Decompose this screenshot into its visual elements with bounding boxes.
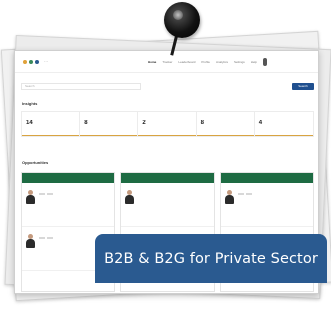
card-tag [47,193,53,195]
card-tag [237,193,244,195]
user-menu-icon[interactable] [262,57,267,66]
logo-dot-icon [35,59,39,64]
stat-accent-bar [80,134,138,136]
pushpin-highlight [173,10,183,20]
logo-dot-icon [23,59,27,64]
top-navigation-bar: ··· Home Tracker Leaderboard Profile Ana… [15,51,318,73]
column-header[interactable] [220,173,313,183]
stat-value: 4 [258,120,263,126]
stat-card[interactable]: 2 [138,112,197,136]
nav-item[interactable]: Analytics [216,60,228,64]
stat-accent-bar [196,134,254,136]
stat-accent-bar [254,134,313,136]
opportunity-card[interactable] [22,183,115,227]
stat-value: 14 [26,120,33,126]
stat-card[interactable]: 14 [22,112,81,136]
stat-accent-bar [138,134,196,136]
stat-value: 8 [200,120,204,126]
column-header[interactable] [22,173,115,183]
column-header[interactable] [121,173,214,183]
stat-accent-bar [22,134,80,136]
person-avatar-icon [26,190,35,204]
person-avatar-icon [26,234,35,248]
marketing-graphic: ··· Home Tracker Leaderboard Profile Ana… [0,0,331,325]
stat-card[interactable]: 4 [254,112,313,136]
logo-text: ··· [44,59,48,64]
nav-item[interactable]: Settings [234,60,245,64]
nav-item[interactable]: Leaderboard [178,60,195,64]
person-avatar-icon [224,190,234,204]
insights-title: Insights [22,101,38,106]
opportunity-card[interactable] [121,183,214,227]
card-tag [47,237,53,239]
opportunity-card[interactable] [220,183,313,227]
stat-card[interactable]: 8 [196,112,255,136]
stat-value: 8 [84,120,88,126]
nav-item[interactable]: Profile [201,60,210,64]
person-avatar-icon [125,190,135,204]
caption-banner: B2B & B2G for Private Sector [95,234,327,283]
pushpin-icon [164,2,200,38]
app-logo[interactable]: ··· [23,59,48,64]
stat-value: 2 [142,120,146,126]
card-tag [39,193,45,195]
nav-item[interactable]: Help [251,60,257,64]
card-tag [39,237,45,239]
nav-item[interactable]: Tracker [162,60,172,64]
stat-card[interactable]: 8 [80,112,139,136]
opportunities-title: Opportunities [22,160,49,165]
search-input[interactable]: Search [21,83,141,90]
logo-dot-icon [29,59,33,64]
nav-item-home[interactable]: Home [148,60,156,64]
caption-banner-text: B2B & B2G for Private Sector [104,250,318,267]
card-tag [245,193,252,195]
search-row: Search Search [21,82,314,91]
insights-stats: 14 8 2 8 4 [21,111,314,137]
main-nav: Home Tracker Leaderboard Profile Analyti… [148,60,257,64]
search-button[interactable]: Search [292,83,314,90]
